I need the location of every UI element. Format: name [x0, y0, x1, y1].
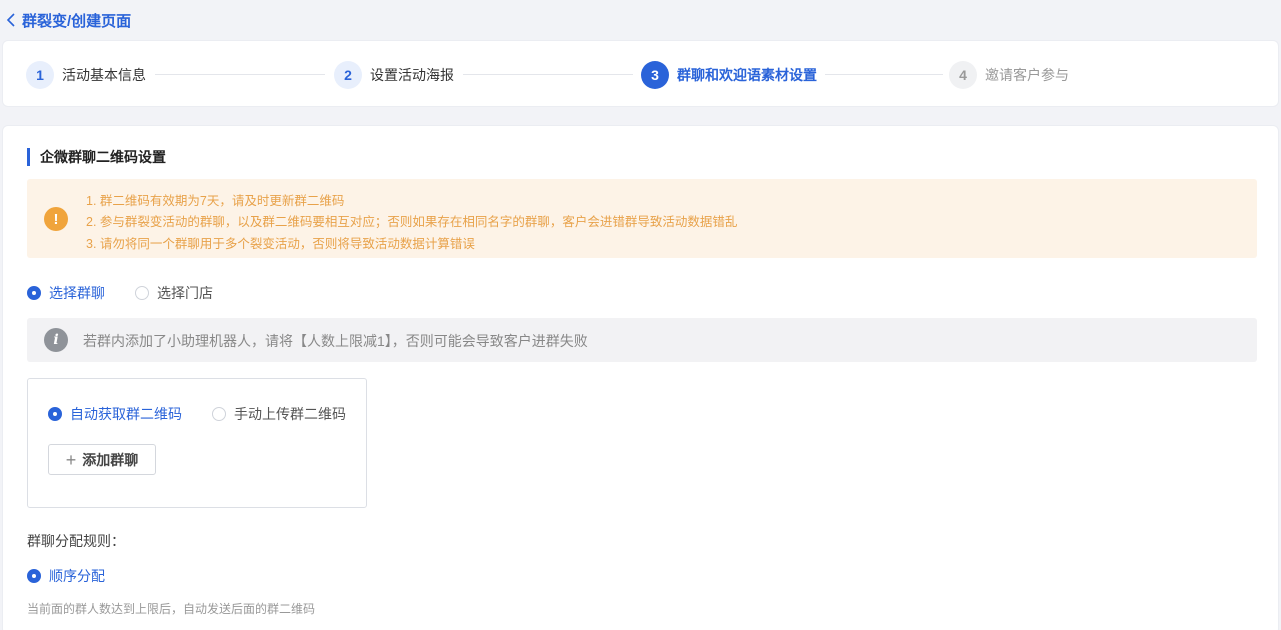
step-4[interactable]: 4 邀请客户参与 — [949, 61, 1069, 89]
radio-sequential[interactable]: 顺序分配 — [27, 566, 105, 586]
radio-label: 顺序分配 — [49, 568, 105, 584]
section-title: 企微群聊二维码设置 — [27, 148, 166, 166]
plus-icon: + — [65, 449, 77, 470]
warning-alert: ! 1. 群二维码有效期为7天，请及时更新群二维码 2. 参与群裂变活动的群聊，… — [27, 179, 1257, 258]
warning-line-1: 1. 群二维码有效期为7天，请及时更新群二维码 — [86, 194, 345, 208]
step-number: 3 — [641, 61, 669, 89]
chevron-left-icon[interactable] — [4, 13, 18, 27]
exclamation-icon: ! — [44, 207, 68, 231]
step-3[interactable]: 3 群聊和欢迎语素材设置 — [641, 61, 817, 89]
step-connector — [463, 74, 633, 75]
step-number: 4 — [949, 61, 977, 89]
warning-line-3: 3. 请勿将同一个群聊用于多个裂变活动，否则将导致活动数据计算错误 — [86, 237, 475, 251]
page-title: 群裂变/创建页面 — [22, 12, 132, 30]
radio-auto-qr[interactable]: 自动获取群二维码 — [48, 404, 182, 424]
step-connector — [155, 74, 325, 75]
radio-button[interactable] — [27, 286, 41, 300]
steps-bar: 1 活动基本信息 2 设置活动海报 3 群聊和欢迎语素材设置 4 邀请客户参与 — [2, 40, 1279, 107]
radio-label: 手动上传群二维码 — [234, 406, 346, 422]
page-header: 群裂变/创建页面 — [0, 0, 1281, 40]
step-1[interactable]: 1 活动基本信息 — [26, 61, 146, 89]
step-number: 1 — [26, 61, 54, 89]
info-text: 若群内添加了小助理机器人，请将【人数上限减1】，否则可能会导致客户进群失败 — [83, 333, 588, 349]
radio-button[interactable] — [27, 569, 41, 583]
radio-label: 选择群聊 — [49, 285, 105, 301]
radio-button[interactable] — [135, 286, 149, 300]
step-label: 群聊和欢迎语素材设置 — [677, 67, 817, 83]
add-group-label: 添加群聊 — [82, 451, 139, 468]
info-alert: i 若群内添加了小助理机器人，请将【人数上限减1】，否则可能会导致客户进群失败 — [27, 318, 1257, 362]
add-group-button[interactable]: + 添加群聊 — [48, 444, 156, 475]
step-label: 设置活动海报 — [370, 67, 454, 83]
step-connector — [825, 74, 943, 75]
step-number: 2 — [334, 61, 362, 89]
qr-settings-panel: 自动获取群二维码 手动上传群二维码 + 添加群聊 — [27, 378, 367, 508]
radio-manual-qr[interactable]: 手动上传群二维码 — [212, 404, 346, 424]
warning-line-2: 2. 参与群裂变活动的群聊，以及群二维码要相互对应；否则如果存在相同名字的群聊，… — [86, 215, 738, 229]
step-2[interactable]: 2 设置活动海报 — [334, 61, 454, 89]
info-icon: i — [44, 328, 68, 352]
radio-label: 自动获取群二维码 — [70, 406, 182, 422]
step-label: 邀请客户参与 — [985, 67, 1069, 83]
radio-button[interactable] — [48, 407, 62, 421]
radio-label: 选择门店 — [157, 285, 213, 301]
main-content: 企微群聊二维码设置 ! 1. 群二维码有效期为7天，请及时更新群二维码 2. 参… — [2, 125, 1279, 630]
rule-label: 群聊分配规则： — [27, 533, 125, 549]
radio-button[interactable] — [212, 407, 226, 421]
radio-select-store[interactable]: 选择门店 — [135, 283, 213, 303]
step-label: 活动基本信息 — [62, 67, 146, 83]
radio-select-group[interactable]: 选择群聊 — [27, 283, 105, 303]
rule-description: 当前面的群人数达到上限后，自动发送后面的群二维码 — [27, 602, 316, 616]
